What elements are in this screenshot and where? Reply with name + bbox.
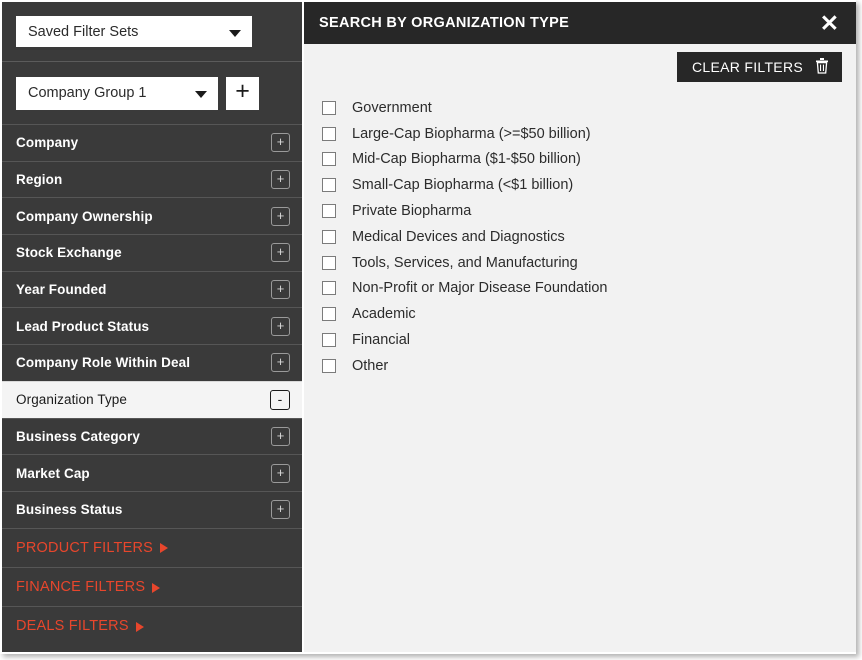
clear-filters-button[interactable]: CLEAR FILTERS: [677, 52, 842, 82]
expand-icon[interactable]: +: [271, 133, 290, 153]
organization-type-option[interactable]: Private Biopharma: [322, 198, 856, 224]
organization-type-option[interactable]: Non-Profit or Major Disease Foundation: [322, 276, 856, 302]
saved-filter-sets-value: Saved Filter Sets: [28, 23, 139, 40]
panel-header: SEARCH BY ORGANIZATION TYPE ✕: [304, 2, 856, 44]
sidebar-section-row[interactable]: PRODUCT FILTERS: [2, 527, 302, 567]
expand-icon[interactable]: +: [271, 206, 290, 226]
organization-type-label: Government: [352, 99, 432, 116]
saved-filter-sets-block: Saved Filter Sets: [2, 2, 302, 62]
checkbox-icon[interactable]: [322, 333, 336, 348]
filters-sidebar: Saved Filter Sets Company Group 1 + Comp…: [2, 2, 302, 652]
organization-type-panel: SEARCH BY ORGANIZATION TYPE ✕ CLEAR FILT…: [304, 2, 856, 652]
sidebar-filter-label: Company Role Within Deal: [16, 355, 191, 371]
sidebar-filter-label: Lead Product Status: [16, 318, 150, 334]
trash-icon: [815, 57, 829, 77]
sidebar-section-label: PRODUCT FILTERS: [16, 539, 154, 556]
expand-icon[interactable]: +: [271, 463, 290, 483]
organization-type-label: Large-Cap Biopharma (>=$50 billion): [352, 125, 591, 142]
sidebar-filter-label: Company Ownership: [16, 208, 153, 224]
expand-icon[interactable]: +: [271, 500, 290, 520]
expand-icon[interactable]: +: [271, 316, 290, 336]
sidebar-section-label: DEALS FILTERS: [16, 618, 129, 635]
sidebar-filter-label: Organization Type: [16, 392, 128, 408]
organization-type-label: Financial: [352, 332, 411, 349]
checkbox-icon[interactable]: [322, 229, 336, 244]
organization-type-option[interactable]: Other: [322, 353, 856, 379]
sidebar-filter-label: Year Founded: [16, 282, 107, 298]
expand-icon[interactable]: +: [271, 353, 290, 373]
arrow-right-icon: [152, 582, 161, 593]
expand-icon[interactable]: +: [271, 426, 290, 446]
sidebar-filter-label: Business Status: [16, 502, 123, 518]
saved-filter-sets-select[interactable]: Saved Filter Sets: [16, 16, 252, 47]
sidebar-filter-row[interactable]: Company Role Within Deal +: [2, 344, 302, 381]
organization-type-label: Academic: [352, 306, 416, 323]
checkbox-icon[interactable]: [322, 204, 336, 219]
collapse-icon[interactable]: -: [270, 389, 290, 410]
sidebar-filter-row[interactable]: Year Founded +: [2, 270, 302, 308]
organization-type-label: Medical Devices and Diagnostics: [352, 228, 565, 245]
clear-filters-label: CLEAR FILTERS: [692, 59, 803, 75]
sidebar-filter-row[interactable]: Market Cap +: [2, 454, 302, 491]
checkbox-icon[interactable]: [322, 307, 336, 322]
sidebar-filter-row[interactable]: Organization Type -: [2, 380, 302, 418]
sidebar-filter-row[interactable]: Business Status +: [2, 490, 302, 528]
expand-icon[interactable]: +: [271, 280, 290, 300]
close-icon[interactable]: ✕: [818, 12, 841, 35]
organization-type-option[interactable]: Financial: [322, 327, 856, 353]
company-group-select[interactable]: Company Group 1: [16, 76, 218, 110]
sidebar-filter-row[interactable]: Stock Exchange +: [2, 234, 302, 271]
checkbox-icon[interactable]: [322, 100, 336, 115]
filter-category-list: Company + Region + Company Ownership + Stock E…: [2, 124, 302, 528]
sidebar-filter-row[interactable]: Region +: [2, 160, 302, 198]
sidebar-filter-label: Stock Exchange: [16, 245, 122, 261]
checkbox-icon[interactable]: [322, 178, 336, 193]
sidebar-filter-row[interactable]: Business Category +: [2, 417, 302, 455]
checkbox-icon[interactable]: [322, 358, 336, 373]
sidebar-filter-row[interactable]: Lead Product Status +: [2, 307, 302, 344]
organization-type-option[interactable]: Academic: [322, 301, 856, 327]
page-title: SEARCH BY ORGANIZATION TYPE: [319, 15, 570, 31]
organization-type-option[interactable]: Tools, Services, and Manufacturing: [322, 250, 856, 276]
sidebar-filter-row[interactable]: Company Ownership +: [2, 197, 302, 234]
expand-icon[interactable]: +: [271, 243, 290, 263]
sidebar-section-row[interactable]: FINANCE FILTERS: [2, 566, 302, 606]
organization-type-label: Mid-Cap Biopharma ($1-$50 billion): [352, 151, 581, 168]
checkbox-icon[interactable]: [322, 126, 336, 141]
organization-type-label: Other: [352, 357, 389, 374]
organization-type-label: Private Biopharma: [352, 203, 472, 220]
organization-type-option[interactable]: Small-Cap Biopharma (<$1 billion): [322, 172, 856, 198]
organization-type-options: Government Large-Cap Biopharma (>=$50 bil…: [304, 82, 856, 379]
sidebar-filter-label: Market Cap: [16, 465, 90, 481]
expand-icon[interactable]: +: [271, 170, 290, 190]
arrow-right-icon: [160, 543, 169, 554]
checkbox-icon[interactable]: [322, 281, 336, 296]
sidebar-filter-label: Business Category: [16, 428, 140, 444]
arrow-right-icon: [135, 621, 144, 632]
organization-type-option[interactable]: Large-Cap Biopharma (>=$50 billion): [322, 121, 856, 147]
organization-type-label: Small-Cap Biopharma (<$1 billion): [352, 177, 574, 194]
sidebar-section-label: FINANCE FILTERS: [16, 579, 146, 595]
sidebar-filter-row[interactable]: Company +: [2, 124, 302, 161]
filter-search-window: Saved Filter Sets Company Group 1 + Comp…: [0, 0, 862, 660]
organization-type-option[interactable]: Government: [322, 95, 856, 121]
clear-filters-row: CLEAR FILTERS: [304, 44, 856, 82]
sidebar-filter-label: Company: [16, 135, 79, 151]
chevron-down-icon: [229, 29, 241, 37]
sidebar-section-row[interactable]: DEALS FILTERS: [2, 606, 302, 645]
company-group-value: Company Group 1: [28, 85, 147, 101]
filter-section-list: PRODUCT FILTERS FINANCE FILTERS DEALS FILT…: [2, 527, 302, 646]
company-group-block: Company Group 1 +: [2, 62, 302, 124]
organization-type-option[interactable]: Medical Devices and Diagnostics: [322, 224, 856, 250]
organization-type-label: Non-Profit or Major Disease Foundation: [352, 280, 608, 297]
add-company-group-button[interactable]: +: [226, 76, 259, 110]
checkbox-icon[interactable]: [322, 255, 336, 270]
organization-type-option[interactable]: Mid-Cap Biopharma ($1-$50 billion): [322, 147, 856, 173]
organization-type-label: Tools, Services, and Manufacturing: [352, 254, 578, 271]
checkbox-icon[interactable]: [322, 152, 336, 167]
chevron-down-icon: [195, 91, 207, 98]
sidebar-filter-label: Region: [16, 172, 63, 188]
